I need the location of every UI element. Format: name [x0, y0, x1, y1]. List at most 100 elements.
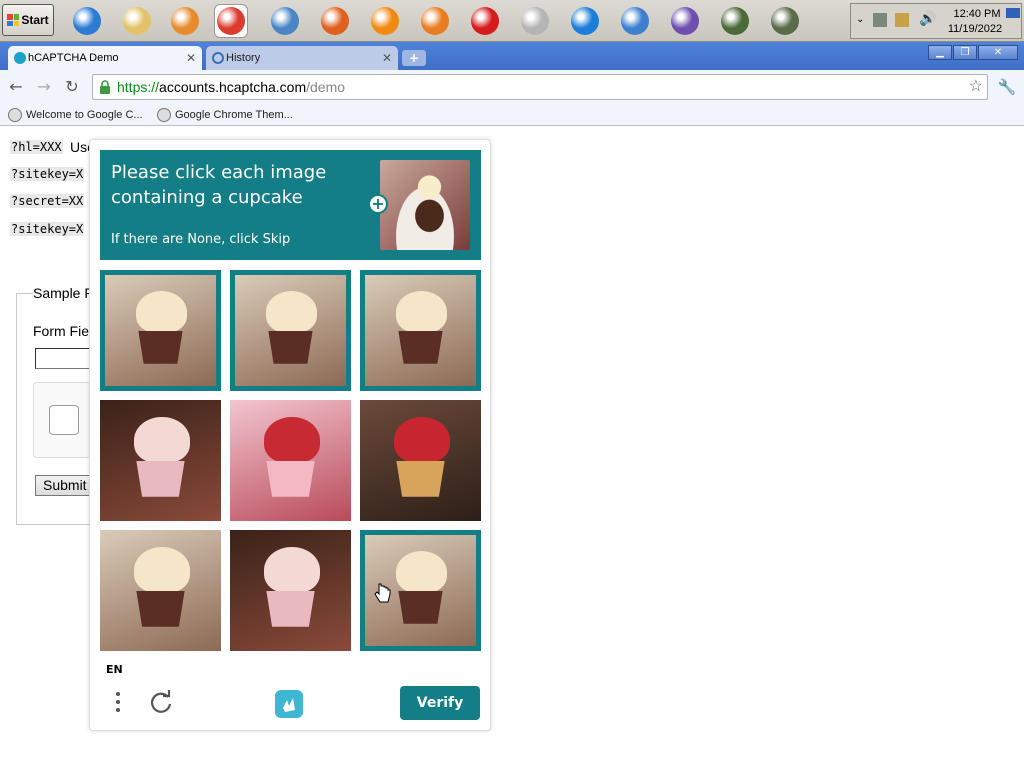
file-manager-icon-glyph — [123, 7, 151, 35]
media-player-icon-glyph — [171, 7, 199, 35]
media-player-icon[interactable] — [168, 4, 202, 38]
close-tab-icon[interactable]: ✕ — [186, 46, 196, 70]
url-host: accounts.hcaptcha.com — [159, 79, 307, 95]
maxthon-icon[interactable] — [568, 4, 602, 38]
bookmark-label: Welcome to Google C... — [26, 109, 143, 121]
address-bar[interactable]: https://accounts.hcaptcha.com/demo ☆ — [92, 74, 988, 100]
tab-title: hCAPTCHA Demo — [28, 52, 119, 64]
image-tile-birthday-cake[interactable] — [230, 530, 351, 651]
challenge-prompt: Please click each image containing a cup… — [100, 150, 481, 260]
windows-flag-icon — [7, 14, 20, 26]
language-selector[interactable]: EN — [106, 663, 123, 676]
form-field-label: Form Fie — [33, 323, 89, 339]
sample-form-legend: Sample F — [33, 285, 93, 301]
tile-image-top — [133, 546, 190, 593]
tile-image-base — [396, 460, 445, 497]
chromium-icon[interactable] — [268, 4, 302, 38]
image-grid — [100, 270, 481, 651]
globe-icon — [8, 108, 22, 122]
flag-icon[interactable] — [895, 13, 909, 27]
tab-history[interactable]: History ✕ — [206, 46, 398, 70]
hcaptcha-favicon-icon — [14, 52, 26, 64]
hcaptcha-logo-icon[interactable] — [273, 688, 305, 720]
tile-image-top — [133, 416, 190, 463]
network-icon[interactable] — [873, 13, 887, 27]
taskbar: Start ⌄ 🔊 12:40 PM 11/19/2022 — [0, 0, 1024, 42]
lock-icon — [100, 80, 110, 94]
maximize-icon[interactable]: ❐ — [953, 45, 977, 60]
bookmark-item[interactable]: Google Chrome Them... — [155, 107, 293, 123]
minimize-icon[interactable]: ▁ — [928, 45, 952, 60]
start-label: Start — [21, 13, 49, 27]
opera-gray-icon-glyph — [521, 7, 549, 35]
back-icon[interactable]: ← — [6, 77, 26, 97]
avast-icon-glyph — [371, 7, 399, 35]
hcaptcha-checkbox[interactable] — [49, 405, 79, 435]
param-sitekey-2: ?sitekey=X — [10, 222, 85, 236]
image-tile-strawberry-cake[interactable] — [230, 400, 351, 521]
forward-icon[interactable]: → — [34, 77, 54, 97]
tab-title: History — [226, 52, 261, 64]
utility-icon[interactable] — [768, 4, 802, 38]
safari-icon[interactable] — [618, 4, 652, 38]
opera-icon-glyph — [471, 7, 499, 35]
tile-image-top — [396, 550, 448, 593]
tile-image-base — [266, 460, 315, 497]
tray-expand-icon[interactable]: ⌄ — [856, 14, 864, 25]
globe-icon — [157, 108, 171, 122]
utility-icon-glyph — [771, 7, 799, 35]
submit-button[interactable]: Submit — [35, 475, 95, 496]
reload-icon[interactable]: ↻ — [62, 77, 82, 97]
bookmarks-bar: Welcome to Google C... Google Chrome The… — [0, 104, 1024, 126]
tile-image-base — [268, 330, 313, 364]
tile-image-top — [266, 290, 318, 333]
chrome-icon[interactable] — [214, 4, 248, 38]
image-tile-cupcake[interactable] — [100, 530, 221, 651]
star-icon[interactable]: ☆ — [969, 75, 983, 99]
torch-icon-glyph — [671, 7, 699, 35]
tile-image-base — [138, 330, 183, 364]
internet-explorer-icon-glyph — [73, 7, 101, 35]
start-button[interactable]: Start — [2, 4, 54, 36]
browser-toolbar: ← → ↻ https://accounts.hcaptcha.com/demo… — [0, 70, 1024, 104]
plus-icon[interactable]: + — [368, 194, 388, 214]
opera-gray-icon[interactable] — [518, 4, 552, 38]
system-tray: ⌄ 🔊 12:40 PM 11/19/2022 — [850, 3, 1022, 39]
desktop-icon[interactable] — [1006, 8, 1020, 18]
terminal-icon-glyph — [721, 7, 749, 35]
param-secret: ?secret=XX — [10, 194, 85, 208]
ship-wheel-icon-glyph — [421, 7, 449, 35]
wrench-icon[interactable]: 🔧 — [997, 77, 1017, 97]
verify-button[interactable]: Verify — [400, 686, 480, 720]
volume-icon[interactable]: 🔊 — [919, 11, 936, 27]
image-tile-strawberry-tart[interactable] — [360, 400, 481, 521]
tile-image-base — [398, 590, 443, 624]
bookmark-item[interactable]: Welcome to Google C... — [6, 107, 143, 123]
file-manager-icon[interactable] — [120, 4, 154, 38]
new-tab-button[interactable]: + — [402, 50, 426, 66]
torch-icon[interactable] — [668, 4, 702, 38]
param-hl: ?hl=XXX — [10, 140, 63, 154]
close-window-icon[interactable]: ✕ — [978, 45, 1018, 60]
opera-icon[interactable] — [468, 4, 502, 38]
avast-icon[interactable] — [368, 4, 402, 38]
close-tab-icon[interactable]: ✕ — [382, 46, 392, 70]
internet-explorer-icon[interactable] — [70, 4, 104, 38]
image-tile-cupcake[interactable] — [100, 270, 221, 391]
refresh-icon[interactable] — [148, 689, 174, 715]
image-tile-birthday-cake[interactable] — [100, 400, 221, 521]
example-image — [380, 160, 470, 250]
image-tile-cupcake[interactable] — [230, 270, 351, 391]
tile-image-base — [136, 590, 185, 627]
image-tile-cupcake[interactable] — [360, 270, 481, 391]
menu-dots-icon[interactable] — [108, 690, 128, 714]
captcha-challenge: Please click each image containing a cup… — [89, 139, 491, 731]
chrome-icon-glyph — [217, 7, 245, 35]
firefox-icon[interactable] — [318, 4, 352, 38]
terminal-icon[interactable] — [718, 4, 752, 38]
ship-wheel-icon[interactable] — [418, 4, 452, 38]
clock-time: 12:40 PM — [953, 8, 1001, 20]
hand-cursor-icon — [374, 583, 391, 603]
tile-image-top — [396, 290, 448, 333]
tab-hcaptcha-demo[interactable]: hCAPTCHA Demo ✕ — [8, 46, 202, 70]
